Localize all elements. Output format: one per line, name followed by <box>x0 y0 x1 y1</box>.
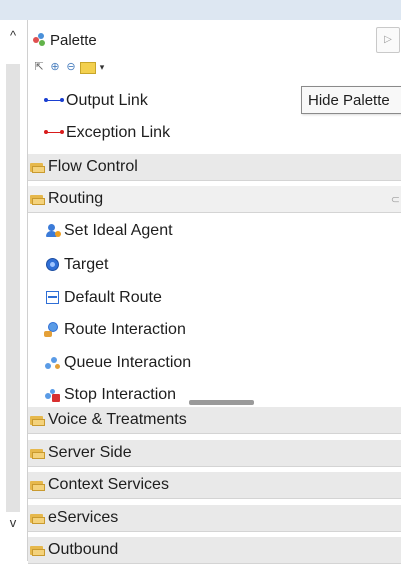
exception-link-icon <box>44 127 64 139</box>
scroll-down-arrow-icon[interactable]: v <box>3 514 23 532</box>
palette-title: Palette <box>50 31 97 49</box>
select-arrow-icon[interactable]: ⇱ <box>32 60 46 74</box>
default-route-icon <box>44 290 62 306</box>
folder-icon <box>30 415 45 426</box>
palette-toolbar: ⇱ ⊕ ⊖ ▾ <box>32 58 106 76</box>
drawer-server-side[interactable]: Server Side <box>28 439 401 467</box>
queue-interaction-tool[interactable]: Queue Interaction <box>44 350 191 376</box>
drawer-label: Voice & Treatments <box>48 411 187 428</box>
stop-interaction-tool[interactable]: Stop Interaction <box>44 382 176 408</box>
set-ideal-agent-icon <box>44 223 62 239</box>
drawer-voice-treatments[interactable]: Voice & Treatments <box>28 406 401 434</box>
window-top-bar <box>0 0 401 20</box>
palette-header: Palette <box>28 28 401 52</box>
output-link-label: Output Link <box>66 92 148 109</box>
route-interaction-label: Route Interaction <box>64 321 186 338</box>
drawer-eservices[interactable]: eServices <box>28 504 401 532</box>
scroll-up-arrow-icon[interactable]: ^ <box>3 27 23 45</box>
default-route-tool[interactable]: Default Route <box>44 285 162 311</box>
zoom-out-icon[interactable]: ⊖ <box>64 60 78 74</box>
exception-link-label: Exception Link <box>66 124 171 141</box>
folder-icon <box>30 448 45 459</box>
folder-icon <box>30 545 45 556</box>
drawer-label: Server Side <box>48 444 132 461</box>
folder-icon <box>30 162 45 173</box>
horizontal-scroll-thumb[interactable] <box>189 400 254 405</box>
stop-interaction-icon <box>44 387 62 403</box>
drawer-routing[interactable]: Routing ⊂ <box>28 185 401 213</box>
zoom-in-icon[interactable]: ⊕ <box>48 60 62 74</box>
chevron-down-icon[interactable]: ▾ <box>98 60 106 74</box>
hide-palette-tooltip: Hide Palette <box>301 86 401 114</box>
folder-open-icon <box>30 194 45 205</box>
stop-interaction-label: Stop Interaction <box>64 386 177 403</box>
vertical-scrollbar[interactable] <box>6 64 20 512</box>
default-route-label: Default Route <box>64 289 162 306</box>
folder-icon <box>30 513 45 524</box>
drawer-label: Flow Control <box>48 158 138 175</box>
pin-icon[interactable]: ⊂ <box>391 193 400 206</box>
target-label: Target <box>64 256 109 273</box>
drawer-label: Outbound <box>48 541 119 558</box>
drawer-label: eServices <box>48 509 119 526</box>
drawer-context-services[interactable]: Context Services <box>28 471 401 499</box>
route-interaction-tool[interactable]: Route Interaction <box>44 317 186 343</box>
drawer-label: Routing <box>48 190 104 207</box>
note-icon[interactable] <box>80 62 96 74</box>
drawer-label: Context Services <box>48 476 169 493</box>
queue-interaction-icon <box>44 355 62 371</box>
drawer-outbound[interactable]: Outbound <box>28 536 401 564</box>
set-ideal-agent-tool[interactable]: Set Ideal Agent <box>44 218 173 244</box>
palette-icon <box>33 33 47 47</box>
queue-interaction-label: Queue Interaction <box>64 354 192 371</box>
target-icon <box>44 257 62 273</box>
output-link-icon <box>44 95 64 107</box>
exception-link-tool[interactable]: Exception Link <box>44 120 170 146</box>
folder-icon <box>30 480 45 491</box>
route-interaction-icon <box>44 322 62 338</box>
palette-panel: Palette ▷ ⇱ ⊕ ⊖ ▾ Hide Palette Output Li… <box>27 20 401 564</box>
target-tool[interactable]: Target <box>44 252 108 278</box>
output-link-tool[interactable]: Output Link <box>44 88 148 114</box>
drawer-flow-control[interactable]: Flow Control <box>28 153 401 181</box>
set-ideal-agent-label: Set Ideal Agent <box>64 222 173 239</box>
hide-palette-button[interactable]: ▷ <box>376 27 400 53</box>
